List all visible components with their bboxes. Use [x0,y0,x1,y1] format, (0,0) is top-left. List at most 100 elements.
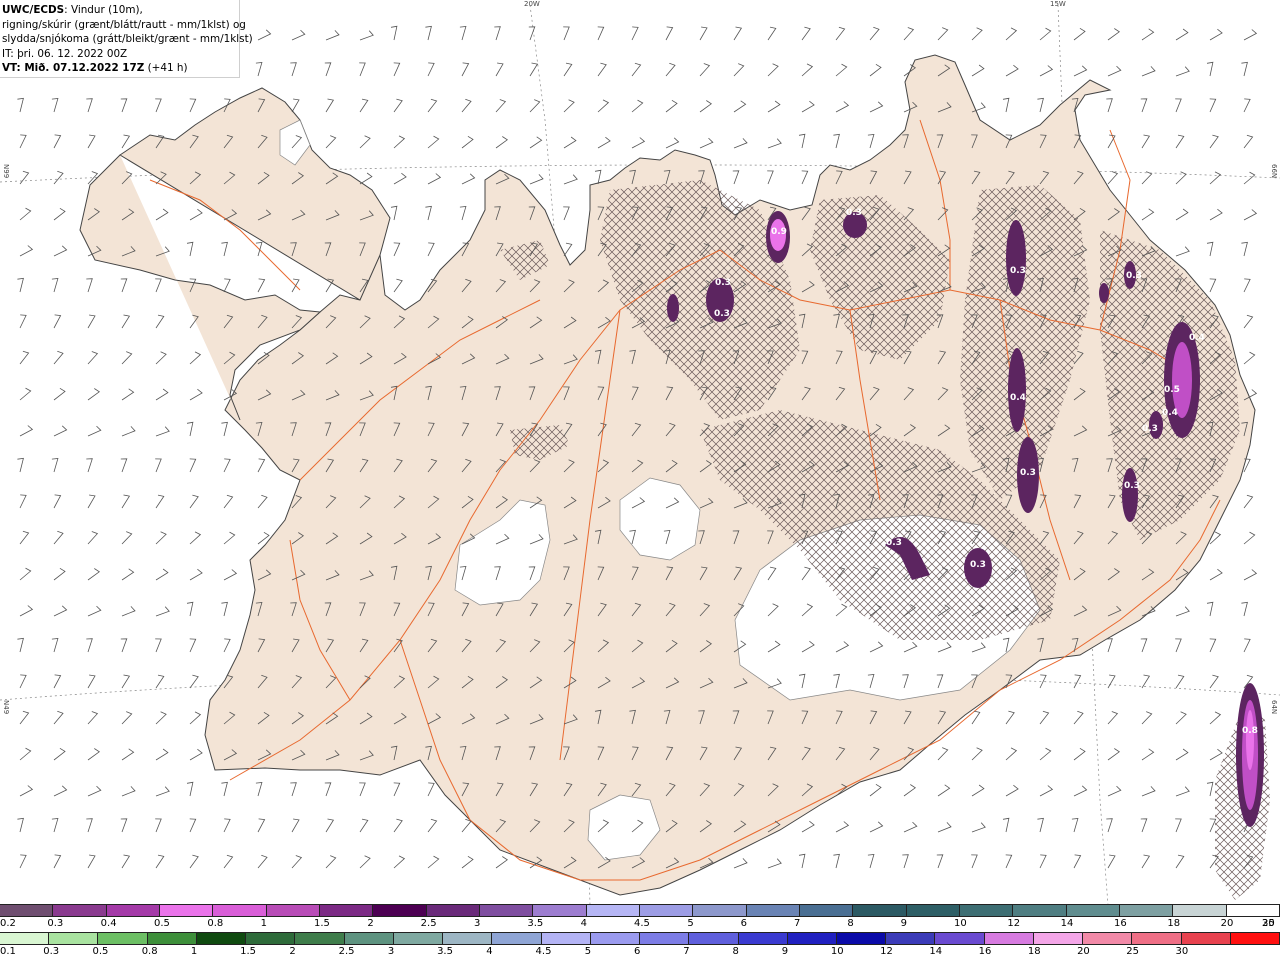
wind-barb [1107,65,1122,77]
wind-barb [1175,98,1182,113]
wind-barb [563,136,577,149]
wind-barb [461,62,470,77]
wind-barb [1206,241,1214,257]
legend-tick-label: 18 [1027,946,1041,957]
wind-barb [19,747,32,761]
wind-barb [833,133,840,149]
wind-barb [459,26,467,41]
wind-barb [121,531,133,545]
wind-barb [767,63,779,77]
wind-barb [325,135,337,149]
wind-barb [19,207,32,221]
wind-barb [427,242,435,257]
wind-barb [189,674,199,689]
legend-tick-label: 1.5 [240,946,257,957]
snow-legend: 0.2 0.3 0.4 0.5 0.8 1 1.5 2 2.5 3 3.5 4 4.5 5 6 7 8 9 10 12… [0,904,1280,934]
wind-barb [324,782,332,797]
wind-barb [1005,854,1013,869]
legend-tick-label: 0.5 [154,918,170,929]
wind-barb [223,818,231,833]
wind-barb [801,26,811,41]
legend-swatch [1066,905,1120,916]
wind-barb [1039,65,1054,77]
wind-barb [1241,601,1248,617]
wind-barb [19,567,32,581]
wind-barb [767,170,774,185]
contour-label: 0.9 [771,227,787,237]
wind-barb [1241,241,1248,257]
wind-barb [1175,711,1187,725]
wind-barb [86,818,93,833]
wind-barb [1039,747,1052,761]
wind-barb [801,820,815,833]
wind-barb [495,136,509,149]
legend-tick-label: 16 [1114,918,1127,929]
legend-tick-label: 7 [683,946,690,957]
legend-tick-label: 0.5 [92,946,109,957]
valid-time: VT: Mið. 07.12.2022 17Z [2,62,145,75]
wind-barb [1106,638,1113,653]
wind-barb [971,710,981,725]
wind-barb [461,173,476,185]
wind-barb [1141,711,1153,725]
wind-barb [87,711,99,725]
legend-tick-label: 8 [732,946,739,957]
legend-tick-label: 2 [367,918,374,929]
wind-barb [529,136,543,149]
legend-swatch [746,905,800,916]
wind-barb [971,27,983,41]
wind-barb [1107,785,1122,797]
wind-barb [223,458,231,473]
snow-legend-labels: 0.2 0.3 0.4 0.5 0.8 1 1.5 2 2.5 3 3.5 4 4.5 5 6 7 8 9 10 12… [0,918,1280,930]
wind-barb [631,99,644,113]
wind-barb [86,638,93,653]
legend-tick-label: 30 [1262,918,1275,929]
wind-barb [223,854,234,869]
iceland-landmass [119,54,1256,896]
wind-barb [359,98,369,113]
wind-barb [1209,28,1223,41]
legend-swatch [640,933,690,944]
lat-label-66n-right: 66N [1270,164,1278,179]
wind-barb [1141,748,1155,761]
wind-barb [528,26,536,41]
wind-barb [87,674,96,689]
wind-barb [393,172,407,185]
wind-barb [425,25,432,41]
wind-barb [494,26,501,41]
wind-barb [51,818,59,833]
legend-swatch [639,905,694,916]
wind-barb [87,351,99,365]
wind-barb [1175,606,1190,617]
wind-barb [835,101,850,113]
wind-barb [1209,171,1222,185]
wind-barb [189,531,202,545]
wind-barb [1005,64,1019,77]
snow-color-bar [0,904,1280,917]
wind-barb [291,29,306,41]
wind-barb [53,494,62,509]
legend-swatch [246,933,296,944]
wind-barb [155,531,167,545]
wind-barb [359,172,373,185]
wind-barb [631,137,646,149]
contour-label: 0.3 [1126,271,1142,281]
wind-barb [1107,711,1119,725]
wind-barb [155,638,162,653]
wind-barb [155,278,162,293]
wind-barb [1107,171,1119,185]
wind-barb [19,425,34,437]
wind-barb [257,818,266,833]
wind-barb [903,27,915,41]
wind-barb [189,388,203,401]
legend-tick-label: 25 [1126,946,1140,957]
wind-barb [495,62,504,77]
wind-barb [221,241,228,257]
wind-barb [699,63,711,77]
wind-barb [835,26,846,41]
legend-tick-label: 1 [260,918,268,929]
wind-barb [425,205,432,221]
rain-legend-labels: 0.1 0.3 0.5 0.8 1 1.5 2 2.5 3 3.5 4 4.5 5 6 7 8 9 10 12 14 1… [0,946,1280,958]
legend-swatch [98,933,148,944]
wind-barb [665,137,680,149]
